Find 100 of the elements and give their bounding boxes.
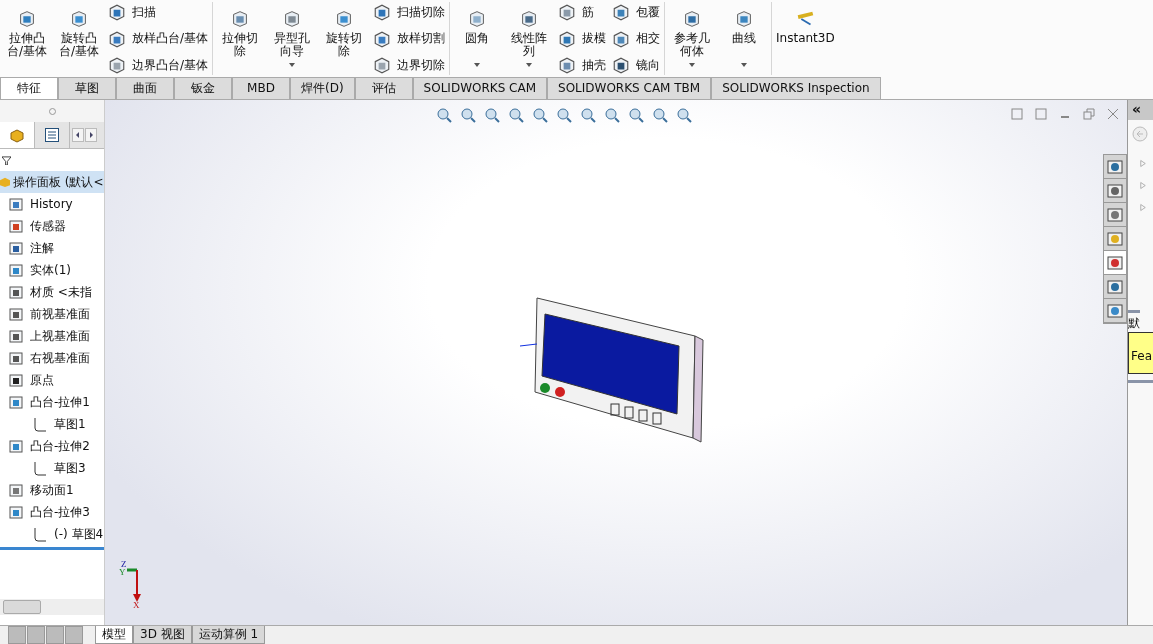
caret-icon[interactable] (474, 63, 481, 67)
view-tool-icon[interactable] (579, 106, 597, 124)
list-icon (44, 127, 60, 143)
tree-item[interactable]: 前视基准面 (0, 303, 104, 325)
view-tool-icon[interactable] (675, 106, 693, 124)
ribbon-button[interactable]: Instant3D (776, 2, 835, 75)
tree-item[interactable]: 草图3 (0, 457, 104, 479)
feature-icon (8, 306, 24, 322)
cube-icon (373, 29, 392, 48)
view-tool-icon[interactable] (603, 106, 621, 124)
command-tab[interactable]: 评估 (354, 77, 413, 99)
tree-item[interactable]: 材质 <未指 (0, 281, 104, 303)
panel-tab[interactable] (0, 122, 35, 148)
task-pane-tab[interactable] (1104, 227, 1126, 251)
ribbon-button[interactable]: 放样凸台/基体 (108, 29, 209, 48)
view-tool-icon[interactable] (555, 106, 573, 124)
view-tool-icon[interactable] (507, 106, 525, 124)
ribbon-button[interactable]: 拉伸凸台/基体 (4, 2, 50, 75)
tree-item[interactable]: 移动面1 (0, 479, 104, 501)
close-icon[interactable] (1107, 108, 1119, 120)
command-tab[interactable]: SOLIDWORKS CAM TBM (547, 77, 712, 99)
cube-icon (558, 56, 577, 74)
ribbon-button[interactable]: 旋转凸台/基体 (56, 2, 102, 75)
tree-item[interactable]: (-) 草图4 (0, 523, 104, 545)
tree-item[interactable]: 凸台-拉伸2 (0, 435, 104, 457)
tree-item[interactable]: 上视基准面 (0, 325, 104, 347)
tree-item[interactable]: 凸台-拉伸1 (0, 391, 104, 413)
model-tab[interactable]: 3D 视图 (133, 626, 192, 644)
tree-item[interactable]: 凸台-拉伸3 (0, 501, 104, 523)
caret-icon[interactable] (741, 63, 748, 67)
view-tool-icon[interactable] (483, 106, 501, 124)
note-box: Fea (1128, 332, 1153, 374)
collapse-button[interactable]: « (1128, 100, 1153, 120)
ribbon-button[interactable]: 异型孔向导 (269, 2, 316, 75)
task-pane-icon (1106, 205, 1124, 224)
command-tab[interactable]: 钣金 (174, 77, 232, 99)
ribbon-button[interactable]: 旋转切除 (321, 2, 368, 75)
ribbon-button[interactable]: 线性阵列 (506, 2, 553, 75)
scroll-right-icon[interactable] (85, 128, 97, 142)
cube-icon (373, 56, 392, 74)
view-tool-icon[interactable] (435, 106, 453, 124)
tree-item[interactable]: 操作面板 (默认< (0, 171, 104, 193)
task-pane-icon (1106, 253, 1124, 272)
ribbon-button[interactable]: 圆角 (454, 2, 501, 75)
command-tab[interactable]: 草图 (58, 77, 116, 99)
tree-item[interactable]: 右视基准面 (0, 347, 104, 369)
ribbon-button[interactable]: 包覆 (612, 3, 661, 21)
task-pane-tab[interactable] (1104, 203, 1126, 227)
cube-icon (612, 29, 631, 48)
ribbon-button[interactable]: 镜向 (612, 56, 661, 74)
command-tab[interactable]: MBD (232, 77, 290, 99)
sketch-icon (32, 416, 48, 432)
command-tab[interactable]: 特征 (0, 77, 58, 99)
view-tool-icon[interactable] (627, 106, 645, 124)
model-tab[interactable]: 运动算例 1 (191, 626, 266, 644)
tree-item[interactable]: 传感器 (0, 215, 104, 237)
ribbon-button[interactable]: 曲线 (721, 2, 768, 75)
command-tab[interactable]: SOLIDWORKS Inspection (711, 77, 881, 99)
cube-icon (558, 3, 577, 21)
feature-icon (8, 350, 24, 366)
ribbon-button[interactable]: 抽壳 (558, 56, 607, 74)
window-control-icon[interactable] (1035, 108, 1047, 120)
caret-icon[interactable] (526, 63, 533, 67)
task-pane-tab[interactable] (1104, 155, 1126, 179)
filter-icon[interactable] (2, 155, 11, 165)
ribbon-button[interactable]: 边界凸台/基体 (108, 56, 209, 74)
ribbon-button[interactable]: 放样切割 (373, 29, 446, 48)
view-tool-icon[interactable] (651, 106, 669, 124)
window-control-icon[interactable] (1011, 108, 1023, 120)
ribbon-button[interactable]: 边界切除 (373, 56, 446, 74)
ribbon-button[interactable]: 拔模 (558, 29, 607, 48)
feature-icon (8, 218, 24, 234)
axis-label: X (133, 601, 140, 610)
task-pane-tab[interactable] (1104, 299, 1126, 323)
tree-item[interactable]: 草图1 (0, 413, 104, 435)
caret-icon[interactable] (289, 63, 296, 67)
ribbon-button[interactable]: 参考几何体 (669, 2, 716, 75)
scroll-left-icon[interactable] (72, 128, 84, 142)
tree-item[interactable]: 实体(1) (0, 259, 104, 281)
restore-icon[interactable] (1083, 108, 1095, 120)
command-tab[interactable]: SOLIDWORKS CAM (412, 77, 548, 99)
model-tab[interactable]: 模型 (95, 626, 133, 644)
task-pane-tab[interactable] (1104, 275, 1126, 299)
caret-icon[interactable] (689, 63, 696, 67)
ribbon-button[interactable]: 相交 (612, 29, 661, 48)
ribbon-button[interactable]: 扫描切除 (373, 3, 446, 21)
command-tab[interactable]: 曲面 (116, 77, 174, 99)
graphics-area[interactable]: Z Y X (105, 100, 1127, 625)
scrollbar-thumb[interactable] (3, 600, 41, 614)
view-tool-icon[interactable] (531, 106, 549, 124)
tree-item[interactable]: 注解 (0, 237, 104, 259)
tree-item[interactable]: 原点 (0, 369, 104, 391)
ribbon-button[interactable]: 扫描 (108, 3, 209, 21)
tree-item[interactable]: History (0, 193, 104, 215)
task-pane-tab[interactable] (1104, 179, 1126, 203)
view-tool-icon[interactable] (459, 106, 477, 124)
ribbon-button[interactable]: 筋 (558, 3, 607, 21)
ribbon-button[interactable]: 拉伸切除 (217, 2, 264, 75)
command-tab[interactable]: 焊件(D) (290, 77, 355, 99)
task-pane-tab[interactable] (1104, 251, 1126, 275)
